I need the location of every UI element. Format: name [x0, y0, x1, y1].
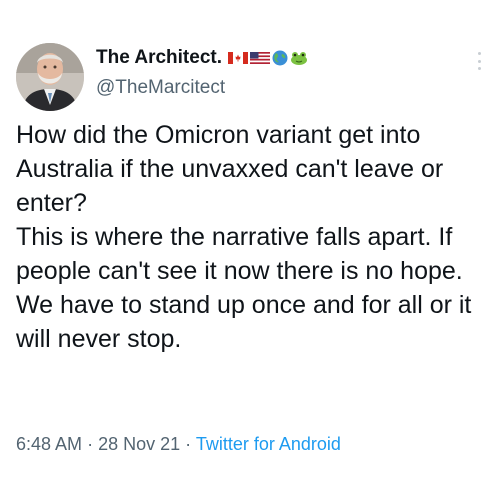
- meta-separator: ·: [87, 434, 94, 454]
- tweet-card: The Architect. @TheMarcitect How did the…: [0, 0, 500, 486]
- more-dot: [478, 67, 481, 70]
- tweet-paragraph: How did the Omicron variant get into Aus…: [16, 121, 444, 217]
- tweet-meta: 6:48 AM · 28 Nov 21 · Twitter for Androi…: [16, 432, 341, 456]
- display-name[interactable]: The Architect.: [96, 46, 222, 70]
- tweet-date[interactable]: 28 Nov 21: [98, 434, 180, 454]
- tweet-paragraph: This is where the narrative falls apart.…: [16, 223, 472, 353]
- avatar-photo: [16, 43, 84, 111]
- tweet-text: How did the Omicron variant get into Aus…: [16, 118, 486, 356]
- more-dot: [478, 52, 481, 55]
- meta-separator: ·: [185, 434, 192, 454]
- globe-icon: [272, 50, 288, 66]
- tweet-source-link[interactable]: Twitter for Android: [196, 434, 341, 454]
- name-row: The Architect.: [96, 46, 308, 70]
- avatar[interactable]: [16, 43, 84, 111]
- user-handle[interactable]: @TheMarcitect: [96, 76, 308, 100]
- frog-icon: [291, 52, 307, 65]
- more-dot: [478, 59, 481, 63]
- name-badges: [228, 50, 308, 66]
- canada-flag-icon: [228, 52, 248, 64]
- author-block: The Architect. @TheMarcitect: [96, 46, 308, 100]
- tweet-time[interactable]: 6:48 AM: [16, 434, 82, 454]
- more-options-icon[interactable]: [478, 52, 482, 70]
- usa-flag-icon: [250, 52, 270, 64]
